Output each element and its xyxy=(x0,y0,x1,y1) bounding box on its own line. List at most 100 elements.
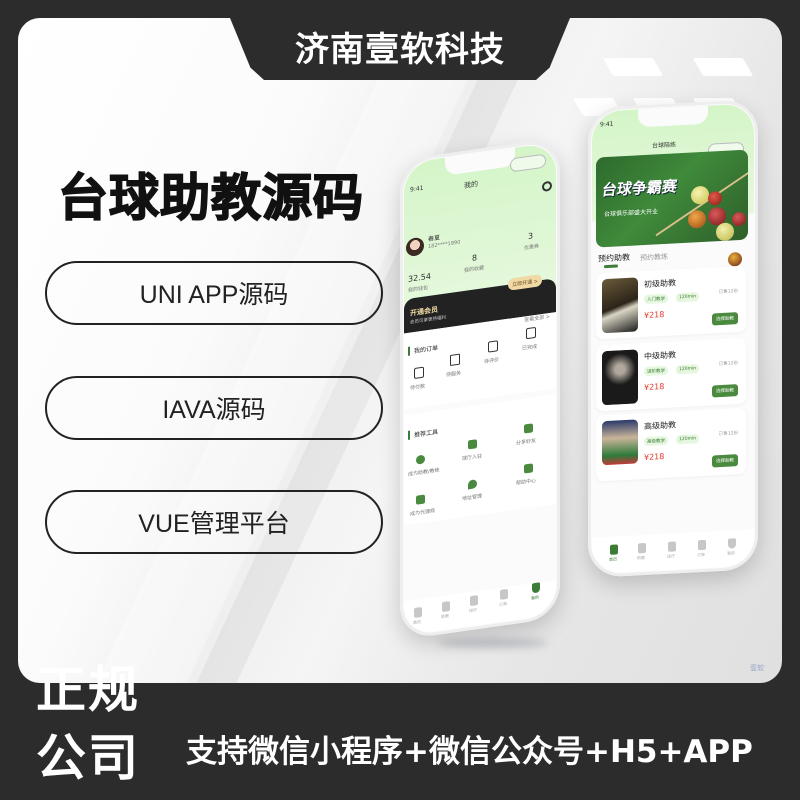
tab-label[interactable]: 首页 xyxy=(413,619,421,626)
poster-frame: 壹软 济南壹软科技 台球助教源码 UNI APP源码 IAVA源码 VUE管理平… xyxy=(0,0,800,800)
tools-section: 推荐工具 成为助教/教练 球厅入驻 分享好友 成为代理商 地址管理 帮助中心 xyxy=(404,394,556,526)
feature-label: UNI APP源码 xyxy=(139,281,289,309)
help-icon[interactable] xyxy=(524,463,533,474)
box-icon[interactable] xyxy=(450,353,460,366)
select-coach-button[interactable]: 选择助教 xyxy=(712,454,738,468)
tab-label[interactable]: 订单 xyxy=(697,552,705,558)
coach-duration: 120min xyxy=(676,292,700,303)
share-icon[interactable] xyxy=(524,423,533,434)
tournament-banner[interactable]: 台球争霸赛 台球俱乐部盛大开业 xyxy=(596,149,748,248)
coach-price: ¥218 xyxy=(644,309,665,321)
select-coach-button[interactable]: 选择助教 xyxy=(712,312,738,326)
tab-label[interactable]: 订单 xyxy=(499,601,507,608)
coach-tag: 入门教学 xyxy=(644,293,668,305)
coach-tag: 进阶教学 xyxy=(644,365,668,377)
orders-title: 我的订单 xyxy=(408,342,439,356)
tab-book-assistant[interactable]: 预约助教 xyxy=(598,252,630,265)
coach-card[interactable]: 初级助教 入门教学 120min 已售12份 ¥218 选择助教 xyxy=(596,265,746,340)
order-icon[interactable] xyxy=(500,588,508,600)
user-name: 春夏 xyxy=(428,234,441,244)
agent-icon[interactable] xyxy=(416,494,425,505)
coach-card[interactable]: 中级助教 进阶教学 120min 已售12份 ¥218 选择助教 xyxy=(596,337,746,412)
tab-label[interactable]: 我的 xyxy=(531,594,539,601)
coach-photo xyxy=(602,349,638,406)
segment-tabs: 预约助教 预约教练 xyxy=(598,252,668,269)
feature-pill-uniapp: UNI APP源码 xyxy=(45,261,383,325)
tool-label[interactable]: 帮助中心 xyxy=(516,477,536,487)
coach-photo xyxy=(602,419,638,466)
location-icon[interactable] xyxy=(468,479,477,490)
user-icon[interactable] xyxy=(532,582,540,594)
banner-subtitle: 台球俱乐部盛大开业 xyxy=(604,208,659,219)
sold-count: 已售12份 xyxy=(718,289,738,296)
hall-icon[interactable] xyxy=(668,541,676,552)
coach-icon[interactable] xyxy=(638,542,646,554)
coach-level: 高级助教 xyxy=(644,420,676,432)
tab-label[interactable]: 首页 xyxy=(609,556,617,562)
check-doc-icon[interactable] xyxy=(526,326,536,340)
sold-count: 已售12份 xyxy=(718,361,738,368)
tab-label[interactable]: 球厅 xyxy=(667,553,675,559)
coach-level: 中级助教 xyxy=(644,350,676,362)
tab-book-coach[interactable]: 预约教练 xyxy=(640,252,668,263)
comment-icon[interactable] xyxy=(488,340,498,353)
stat-value-coupons[interactable]: 3 xyxy=(528,231,533,241)
hall-icon[interactable] xyxy=(470,595,478,607)
tool-label[interactable]: 成为代理商 xyxy=(410,507,435,518)
stat-value-favorites[interactable]: 8 xyxy=(472,253,477,263)
billiard-balls-icon xyxy=(728,251,742,267)
coach-photo xyxy=(602,277,638,334)
platform-tagline: 支持微信小程序+微信公众号+H5+APP xyxy=(186,734,753,770)
order-label[interactable]: 已完成 xyxy=(522,343,537,352)
coach-card[interactable]: 高级助教 高级教学 120min 已售12份 ¥218 选择助教 xyxy=(596,407,746,482)
billiard-ball xyxy=(732,211,746,227)
phone-shadow xyxy=(438,638,548,648)
coach-duration: 120min xyxy=(676,364,700,375)
page-title: 我的 xyxy=(464,180,478,191)
feature-label: IAVA源码 xyxy=(162,396,266,424)
user-icon[interactable] xyxy=(728,538,736,549)
status-time: 9:41 xyxy=(600,120,614,129)
tool-label[interactable]: 地址管理 xyxy=(462,492,482,502)
badge-line-2: 公司 xyxy=(36,729,140,787)
select-coach-button[interactable]: 选择助教 xyxy=(712,384,738,398)
coach-price: ¥218 xyxy=(644,451,665,463)
feature-pill-vue: VUE管理平台 xyxy=(45,490,383,554)
store-icon[interactable] xyxy=(468,439,477,450)
hero-title: 台球助教源码 xyxy=(57,168,364,228)
order-label[interactable]: 待评价 xyxy=(484,356,499,365)
tool-label[interactable]: 分享好友 xyxy=(516,437,536,447)
order-icon[interactable] xyxy=(698,539,706,551)
tab-label[interactable]: 球厅 xyxy=(469,607,477,614)
coach-icon[interactable] xyxy=(442,600,450,613)
feature-pill-java: IAVA源码 xyxy=(45,376,383,440)
tab-label[interactable]: 助教 xyxy=(637,555,645,561)
phone-mockup-home: 9:41 台球陪练 台球争霸赛 台球俱乐部盛大开业 预约助教 预约教练 初级助教… xyxy=(588,99,758,579)
tool-label[interactable]: 球厅入驻 xyxy=(462,452,482,462)
order-label[interactable]: 待付款 xyxy=(410,382,425,391)
page-title: 台球陪练 xyxy=(652,141,677,150)
coach-price: ¥218 xyxy=(644,381,665,393)
billiard-ball xyxy=(716,222,734,242)
tab-bar: 首页 助教 球厅 订单 我的 xyxy=(592,529,754,574)
coach-level: 初级助教 xyxy=(644,278,676,290)
order-label[interactable]: 待服务 xyxy=(446,369,461,378)
coach-tag: 高级教学 xyxy=(644,435,668,447)
person-icon[interactable] xyxy=(416,454,425,465)
wallet-icon[interactable] xyxy=(414,366,424,380)
tab-label[interactable]: 我的 xyxy=(727,550,735,556)
ceiling-light xyxy=(692,58,754,76)
phone-mockup-profile: 9:41 我的 春夏 182****1990 32.54 我的钱包 8 我的收藏… xyxy=(400,137,560,640)
coach-duration: 120min xyxy=(676,434,700,445)
phone-notch xyxy=(638,105,708,128)
billiard-ball xyxy=(708,190,722,206)
home-icon[interactable] xyxy=(610,544,618,555)
tab-label[interactable]: 助教 xyxy=(441,613,449,620)
home-icon[interactable] xyxy=(414,606,422,619)
active-tab-indicator xyxy=(604,264,618,269)
company-name: 济南壹软科技 xyxy=(295,30,505,70)
banner-title: 台球争霸赛 xyxy=(600,177,679,200)
tool-label[interactable]: 成为助教/教练 xyxy=(408,466,440,477)
billiard-ball xyxy=(688,209,706,229)
ceiling-light xyxy=(602,58,664,76)
